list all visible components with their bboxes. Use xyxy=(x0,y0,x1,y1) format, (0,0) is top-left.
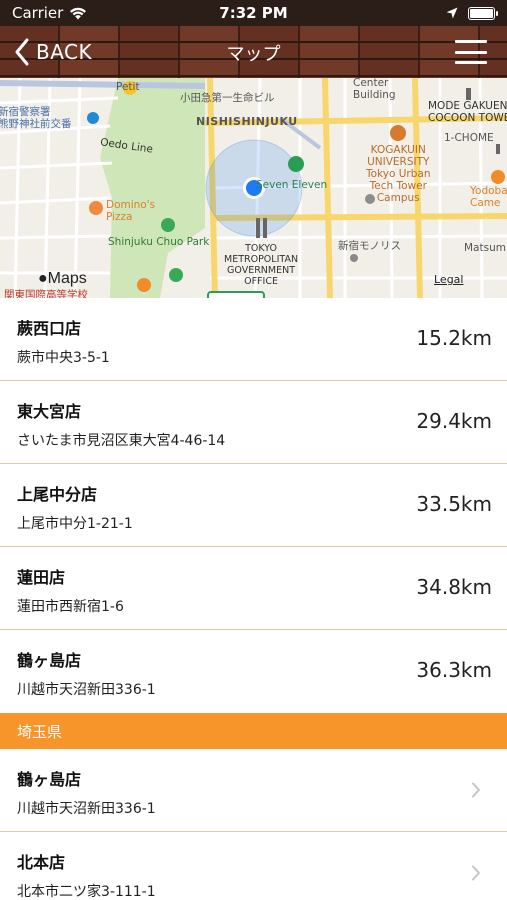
location-arrow-icon xyxy=(446,7,458,19)
map-label-kogakuin: KOGAKUIN UNIVERSITY Tokyo Urban Tech Tow… xyxy=(366,144,431,205)
map-label-yodobashi: Yodoba Came xyxy=(470,185,507,210)
map-label-nishishinjuku: NISHISHINJUKU xyxy=(196,115,298,128)
menu-line xyxy=(455,50,487,54)
store-distance: 34.8km xyxy=(416,575,492,599)
map-label-seven-eleven: Seven Eleven xyxy=(256,179,328,191)
battery-icon xyxy=(468,6,498,20)
chevron-right-icon xyxy=(472,782,480,798)
store-name: 東大宮店 xyxy=(17,402,82,421)
map-label-chuo-park: Shinjuku Chuo Park xyxy=(108,236,210,248)
store-distance: 36.3km xyxy=(416,658,492,682)
store-address: 蕨市中央3-5-1 xyxy=(17,350,110,366)
map-label-odakyu: 小田急第一生命ビル xyxy=(180,92,275,104)
nav-bar: BACK マップ xyxy=(0,26,507,78)
chevron-left-icon xyxy=(15,38,29,66)
store-row[interactable]: 東大宮店 さいたま市見沼区東大宮4-46-14 29.4km xyxy=(0,381,507,464)
store-list: 蕨西口店 蕨市中央3-5-1 15.2km 東大宮店 さいたま市見沼区東大宮4-… xyxy=(0,298,507,900)
apple-icon: ● xyxy=(38,270,48,287)
maps-logo-text: Maps xyxy=(47,270,87,287)
status-bar: Carrier 7:32 PM xyxy=(0,0,507,26)
status-right xyxy=(325,6,498,20)
store-row[interactable]: 蓮田店 蓮田市西新宿1-6 34.8km xyxy=(0,547,507,630)
store-address: さいたま市見沼区東大宮4-46-14 xyxy=(17,433,226,449)
apple-maps-logo: ●Maps xyxy=(38,270,87,288)
map-label-school: 関東国際高等学校 xyxy=(4,289,88,298)
store-address: 川越市天沼新田336-1 xyxy=(17,682,156,698)
store-row[interactable]: 北本店 北本市二ツ家3-111-1 xyxy=(0,832,507,900)
map-label-matsum: Matsum xyxy=(464,242,506,254)
store-distance: 15.2km xyxy=(416,326,492,350)
store-distance: 33.5km xyxy=(416,492,492,516)
carrier-label: Carrier xyxy=(12,4,64,22)
store-name: 上尾中分店 xyxy=(17,485,98,504)
map-label-tokyo-gov: TOKYO METROPOLITAN GOVERNMENT OFFICE xyxy=(224,243,299,287)
store-row[interactable]: 上尾中分店 上尾市中分1-21-1 33.5km xyxy=(0,464,507,547)
store-address: 川越市天沼新田336-1 xyxy=(17,801,156,817)
legal-link[interactable]: Legal xyxy=(434,273,463,286)
store-name: 鶴ヶ島店 xyxy=(17,651,82,670)
store-address: 上尾市中分1-21-1 xyxy=(17,516,133,532)
wifi-icon xyxy=(70,7,87,19)
store-row[interactable]: 鶴ヶ島店 川越市天沼新田336-1 36.3km xyxy=(0,630,507,713)
status-time: 7:32 PM xyxy=(219,4,288,22)
store-row[interactable]: 蕨西口店 蕨市中央3-5-1 15.2km xyxy=(0,298,507,381)
map-label-center-building: Center Building xyxy=(353,78,396,102)
map-label-1-chome: 1-CHOME xyxy=(444,132,494,144)
chevron-right-icon xyxy=(472,865,480,881)
menu-line xyxy=(455,40,487,43)
map-label-dominos: Domino's Pizza xyxy=(106,199,156,224)
store-name: 鶴ヶ島店 xyxy=(17,770,82,789)
store-address: 北本市二ツ家3-111-1 xyxy=(17,884,156,900)
hamburger-menu-button[interactable] xyxy=(455,40,487,64)
map-label-mode-gakuen: MODE GAKUEN COCOON TOWER xyxy=(428,100,507,125)
back-button[interactable]: BACK xyxy=(14,36,92,68)
status-left: Carrier xyxy=(12,4,182,22)
store-distance: 29.4km xyxy=(416,409,492,433)
store-name: 蕨西口店 xyxy=(17,319,82,338)
map-label-police: 新宿警察署 熊野神社前交番 xyxy=(0,106,72,131)
store-name: 蓮田店 xyxy=(17,568,66,587)
store-row[interactable]: 鶴ヶ島店 川越市天沼新田336-1 xyxy=(0,749,507,832)
store-name: 北本店 xyxy=(17,853,66,872)
map-label-shinjuku-monolith: 新宿モノリス xyxy=(338,240,401,252)
menu-line xyxy=(455,61,487,64)
section-header-prefecture: 埼玉県 xyxy=(0,713,507,749)
map-label-petit: Petit xyxy=(116,81,140,93)
store-address: 蓮田市西新宿1-6 xyxy=(17,599,124,615)
map-view[interactable]: Petit 小田急第一生命ビル Center Building MODE GAK… xyxy=(0,78,507,298)
back-label: BACK xyxy=(36,40,93,64)
